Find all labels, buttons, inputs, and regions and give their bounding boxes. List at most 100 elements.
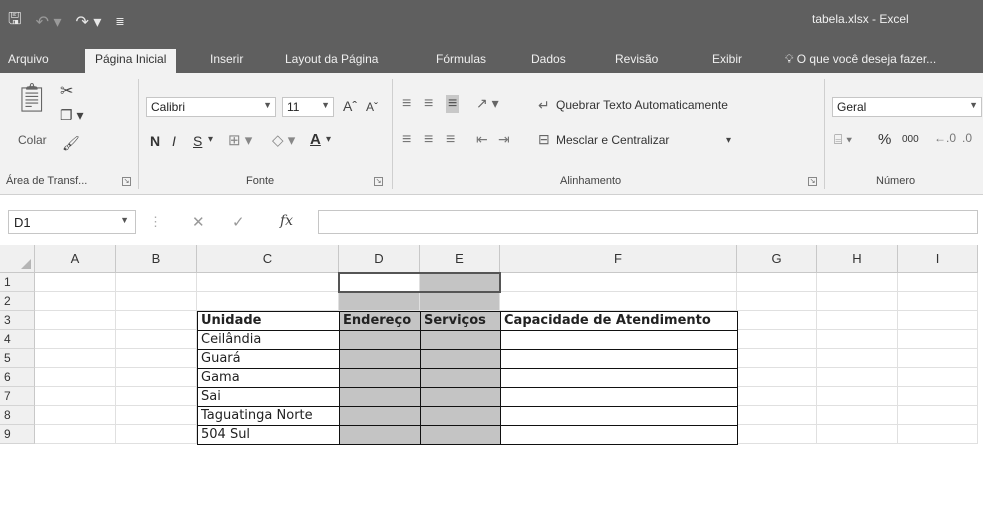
cell-h8[interactable] (817, 406, 898, 425)
cell-g2[interactable] (737, 292, 817, 311)
paste-button[interactable]: Colar (18, 133, 47, 147)
row-header-6[interactable]: 6 (0, 368, 35, 387)
cell-d5[interactable] (339, 349, 421, 369)
tab-pagina-inicial[interactable]: Página Inicial (85, 49, 177, 73)
cut-icon[interactable]: ✂ (60, 81, 73, 101)
cell-c7[interactable]: Sai (197, 387, 340, 407)
cell-a8[interactable] (35, 406, 116, 425)
italic-button[interactable]: I (172, 133, 176, 149)
borders-icon[interactable]: ⊞ ▾ (228, 131, 252, 149)
cell-h4[interactable] (817, 330, 898, 349)
cell-b1[interactable] (116, 273, 197, 292)
percent-button[interactable]: % (878, 131, 891, 148)
cell-i4[interactable] (898, 330, 978, 349)
cell-b2[interactable] (116, 292, 197, 311)
cell-i7[interactable] (898, 387, 978, 406)
cell-f4[interactable] (500, 330, 738, 350)
cell-g4[interactable] (737, 330, 817, 349)
align-bottom-icon[interactable]: ≡ (446, 95, 460, 113)
thousands-button[interactable]: 000 (902, 134, 919, 145)
cell-b4[interactable] (116, 330, 197, 349)
cell-f6[interactable] (500, 368, 738, 388)
undo-icon[interactable]: ↶ ▾ (36, 12, 62, 32)
row-header-5[interactable]: 5 (0, 349, 35, 368)
cell-g8[interactable] (737, 406, 817, 425)
column-header-h[interactable]: H (817, 245, 898, 273)
tab-dados[interactable]: Dados (531, 52, 566, 66)
cell-b6[interactable] (116, 368, 197, 387)
cell-a3[interactable] (35, 311, 116, 330)
redo-icon[interactable]: ↷ ▾ (76, 12, 102, 32)
formula-input[interactable] (318, 210, 978, 234)
cell-c1[interactable] (197, 273, 339, 292)
align-left-icon[interactable]: ≡ (402, 131, 411, 149)
row-header-3[interactable]: 3 (0, 311, 35, 330)
clipboard-launcher-icon[interactable]: ↘ (122, 177, 131, 186)
alignment-launcher-icon[interactable]: ↘ (808, 177, 817, 186)
cell-h1[interactable] (817, 273, 898, 292)
cell-e8[interactable] (420, 406, 501, 426)
accounting-format-icon[interactable]: ⌸ ▾ (834, 131, 852, 148)
cell-h6[interactable] (817, 368, 898, 387)
enter-icon[interactable]: ✓ (232, 213, 245, 231)
cell-h2[interactable] (817, 292, 898, 311)
column-header-b[interactable]: B (116, 245, 197, 273)
cell-a1[interactable] (35, 273, 116, 292)
align-center-icon[interactable]: ≡ (424, 131, 433, 149)
cell-c4[interactable]: Ceilândia (197, 330, 340, 350)
cell-c6[interactable]: Gama (197, 368, 340, 388)
cell-d6[interactable] (339, 368, 421, 388)
decrease-indent-icon[interactable]: ⇤ (476, 131, 488, 148)
cell-d8[interactable] (339, 406, 421, 426)
cell-g7[interactable] (737, 387, 817, 406)
tab-layout-da-pagina[interactable]: Layout da Página (285, 52, 378, 66)
cell-d4[interactable] (339, 330, 421, 350)
cell-a9[interactable] (35, 425, 116, 444)
select-all-corner[interactable] (0, 245, 35, 273)
row-header-7[interactable]: 7 (0, 387, 35, 406)
number-format-combo[interactable]: Geral ▼ (832, 97, 982, 117)
cell-c9[interactable]: 504 Sul (197, 425, 340, 445)
cell-e7[interactable] (420, 387, 501, 407)
align-middle-icon[interactable]: ≡ (424, 95, 433, 113)
insert-function-icon[interactable]: fx (280, 213, 293, 229)
column-header-i[interactable]: I (898, 245, 978, 273)
cell-h7[interactable] (817, 387, 898, 406)
decrease-decimal-icon[interactable]: .0 (962, 131, 972, 145)
cell-d2[interactable] (339, 292, 420, 311)
cell-f7[interactable] (500, 387, 738, 407)
cell-b7[interactable] (116, 387, 197, 406)
cell-i6[interactable] (898, 368, 978, 387)
cell-b9[interactable] (116, 425, 197, 444)
cell-e9[interactable] (420, 425, 501, 445)
merge-center-button[interactable]: Mesclar e Centralizar (556, 133, 669, 147)
cell-h9[interactable] (817, 425, 898, 444)
orientation-icon[interactable]: ↗ ▾ (476, 95, 499, 112)
table-header-capacidade[interactable]: Capacidade de Atendimento (500, 311, 738, 331)
cell-i1[interactable] (898, 273, 978, 292)
chevron-down-icon[interactable]: ▾ (726, 135, 731, 146)
paste-icon[interactable]: 📋︎ (14, 81, 50, 114)
cell-a4[interactable] (35, 330, 116, 349)
cell-a5[interactable] (35, 349, 116, 368)
shrink-font-icon[interactable]: Aˇ (366, 100, 378, 114)
row-header-9[interactable]: 9 (0, 425, 35, 444)
cell-d7[interactable] (339, 387, 421, 407)
font-size-combo[interactable]: 11 ▼ (282, 97, 334, 117)
table-header-unidade[interactable]: Unidade (197, 311, 340, 331)
font-name-combo[interactable]: Calibri ▼ (146, 97, 276, 117)
column-header-a[interactable]: A (35, 245, 116, 273)
tab-inserir[interactable]: Inserir (210, 52, 243, 66)
cell-e6[interactable] (420, 368, 501, 388)
cell-h5[interactable] (817, 349, 898, 368)
column-header-g[interactable]: G (737, 245, 817, 273)
cell-a6[interactable] (35, 368, 116, 387)
row-header-8[interactable]: 8 (0, 406, 35, 425)
cell-f5[interactable] (500, 349, 738, 369)
cell-i3[interactable] (898, 311, 978, 330)
cell-g9[interactable] (737, 425, 817, 444)
cell-e1[interactable] (420, 273, 500, 292)
tab-revisao[interactable]: Revisão (615, 52, 658, 66)
cell-a7[interactable] (35, 387, 116, 406)
cell-d1[interactable] (339, 273, 420, 292)
